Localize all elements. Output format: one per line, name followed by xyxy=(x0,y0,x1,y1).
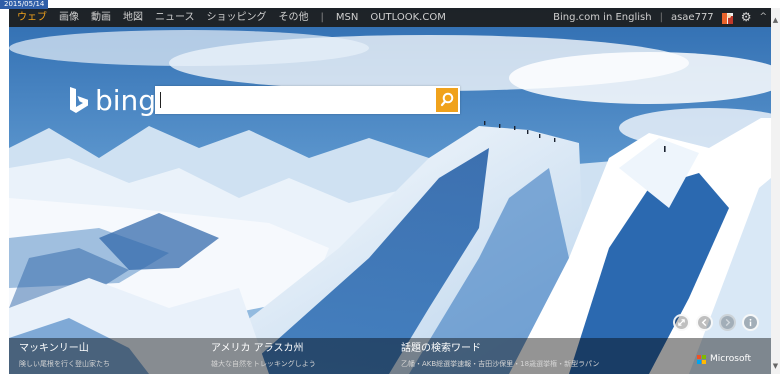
info-title: マッキンリー山 xyxy=(19,343,89,354)
info-title: アメリカ アラスカ州 xyxy=(211,343,304,354)
expand-icon[interactable] xyxy=(673,314,690,331)
info-subtitle: 乙幡・AKB総選挙速報・吉田沙保里・18歳選挙権・新型ラパン xyxy=(401,360,600,368)
nav-images[interactable]: 画像 xyxy=(59,8,79,27)
info-item-location[interactable]: マッキンリー山 険しい尾根を行く登山家たち xyxy=(19,342,209,370)
account-separator: | xyxy=(659,12,663,23)
nav-news[interactable]: ニュース xyxy=(155,8,195,27)
nav-web[interactable]: ウェブ xyxy=(17,8,47,27)
info-icon[interactable] xyxy=(742,314,759,331)
nav-outlook[interactable]: OUTLOOK.COM xyxy=(370,8,445,27)
info-subtitle: 雄大な自然をトレッキングしよう xyxy=(211,360,316,368)
nav-msn[interactable]: MSN xyxy=(336,8,358,27)
info-item-trending[interactable]: 話題の検索ワード 乙幡・AKB総選挙速報・吉田沙保里・18歳選挙権・新型ラパン xyxy=(401,342,611,370)
username[interactable]: asae777 xyxy=(671,8,714,27)
search-button[interactable] xyxy=(436,88,458,112)
bottom-info-bar: マッキンリー山 険しい尾根を行く登山家たち アメリカ アラスカ州 雄大な自然をト… xyxy=(9,338,771,374)
bing-wordmark: bing xyxy=(95,84,157,117)
scroll-down-icon[interactable]: ▼ xyxy=(771,362,780,371)
microsoft-brand[interactable]: Microsoft xyxy=(697,354,751,364)
chevron-up-icon[interactable]: ^ xyxy=(759,8,767,27)
account-area: Bing.com in English | asae777 ⚙ ^ xyxy=(553,8,767,27)
info-subtitle: 険しい尾根を行く登山家たち xyxy=(19,360,110,368)
bing-b-icon xyxy=(70,87,88,113)
nav-shopping[interactable]: ショッピング xyxy=(207,8,267,27)
nav-separator: | xyxy=(320,12,324,23)
nav-more[interactable]: その他 xyxy=(279,8,309,27)
microsoft-label: Microsoft xyxy=(710,354,751,364)
info-item-region[interactable]: アメリカ アラスカ州 雄大な自然をトレッキングしよう xyxy=(211,342,401,370)
nav-videos[interactable]: 動画 xyxy=(91,8,111,27)
english-link[interactable]: Bing.com in English xyxy=(553,8,651,27)
bing-logo[interactable]: bing xyxy=(69,81,156,121)
vertical-nav: ウェブ 画像 動画 地図 ニュース ショッピング その他 | MSN OUTLO… xyxy=(17,8,446,27)
bing-homepage: ウェブ 画像 動画 地図 ニュース ショッピング その他 | MSN OUTLO… xyxy=(9,8,771,374)
previous-icon[interactable] xyxy=(696,314,713,331)
microsoft-logo-icon xyxy=(697,354,707,364)
scrollbar[interactable]: ▲ ▼ xyxy=(771,8,780,374)
image-controls xyxy=(673,314,759,331)
avatar[interactable] xyxy=(721,12,733,24)
search-box xyxy=(155,86,460,114)
scroll-up-icon[interactable]: ▲ xyxy=(771,16,780,25)
info-title: 話題の検索ワード xyxy=(401,343,481,354)
search-icon xyxy=(440,92,454,107)
top-nav-bar: ウェブ 画像 動画 地図 ニュース ショッピング その他 | MSN OUTLO… xyxy=(9,8,771,27)
date-badge: 2015/05/14 xyxy=(0,0,49,9)
search-input[interactable] xyxy=(155,86,430,114)
gear-icon[interactable]: ⚙ xyxy=(741,8,752,27)
next-icon[interactable] xyxy=(719,314,736,331)
nav-maps[interactable]: 地図 xyxy=(123,8,143,27)
background-image xyxy=(9,8,771,374)
